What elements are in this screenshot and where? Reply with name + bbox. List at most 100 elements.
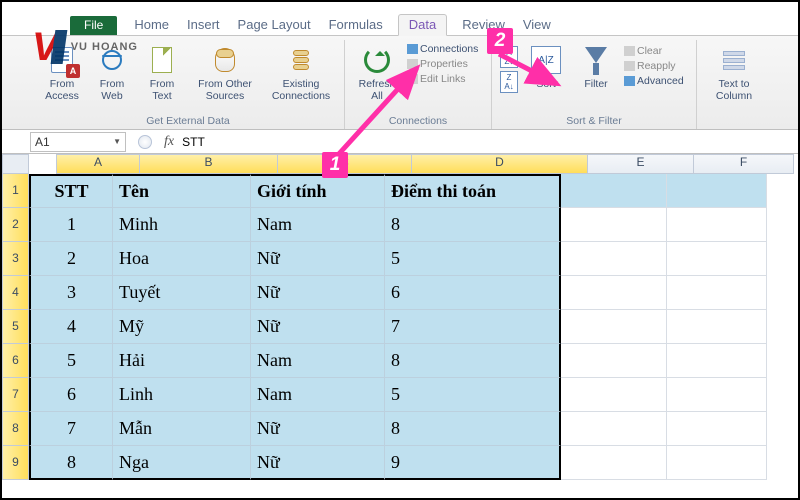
cell[interactable]: 8 — [385, 344, 561, 378]
cell[interactable]: 1 — [29, 208, 113, 242]
col-header-b[interactable]: B — [140, 154, 278, 174]
cell[interactable] — [667, 174, 767, 208]
existing-connections-button[interactable]: Existing Connections — [266, 42, 336, 114]
sort-desc-button[interactable]: ZA↓ — [500, 71, 518, 93]
text-to-columns-button[interactable]: Text to Column — [705, 42, 763, 114]
cell[interactable] — [667, 446, 767, 480]
cell[interactable]: Giới tính — [251, 174, 385, 208]
row-header[interactable]: 4 — [2, 276, 29, 310]
cell[interactable] — [561, 276, 667, 310]
cell[interactable]: Nữ — [251, 412, 385, 446]
cell[interactable]: 6 — [385, 276, 561, 310]
cell[interactable]: 5 — [385, 242, 561, 276]
name-box[interactable]: A1 ▼ — [30, 132, 126, 152]
group-sort-filter: AZ↓ ZA↓ A|Z Sort Filter Clear Reapply Ad… — [492, 40, 697, 129]
row-header[interactable]: 9 — [2, 446, 29, 480]
cell[interactable]: 9 — [385, 446, 561, 480]
sort-button[interactable]: A|Z Sort — [524, 42, 568, 114]
cell[interactable]: Mẫn — [113, 412, 251, 446]
cell[interactable]: Nữ — [251, 242, 385, 276]
from-other-label: From Other Sources — [190, 78, 260, 102]
annotation-step-1: 1 — [322, 152, 348, 178]
col-header-a[interactable]: A — [56, 154, 140, 174]
cell[interactable] — [667, 412, 767, 446]
cell[interactable]: 7 — [29, 412, 113, 446]
group-connections: Refresh All Connections Properties Edit … — [345, 40, 492, 129]
cell[interactable]: 7 — [385, 310, 561, 344]
spreadsheet-grid[interactable]: A B C D E F 1 STT Tên Giới tính Điểm thi… — [2, 154, 798, 480]
row-header[interactable]: 3 — [2, 242, 29, 276]
fx-icon[interactable]: fx — [164, 134, 174, 150]
cell[interactable] — [667, 344, 767, 378]
row-header[interactable]: 5 — [2, 310, 29, 344]
cell[interactable]: 5 — [29, 344, 113, 378]
cell[interactable] — [561, 412, 667, 446]
cell[interactable] — [561, 174, 667, 208]
col-header-d[interactable]: D — [412, 154, 588, 174]
cell[interactable] — [561, 310, 667, 344]
cell[interactable] — [667, 276, 767, 310]
row-header[interactable]: 8 — [2, 412, 29, 446]
refresh-all-button[interactable]: Refresh All — [353, 42, 401, 114]
cell[interactable]: 5 — [385, 378, 561, 412]
cell[interactable]: 6 — [29, 378, 113, 412]
formula-bar: A1 ▼ fx STT — [2, 130, 798, 154]
cell[interactable]: Nam — [251, 344, 385, 378]
row-header[interactable]: 6 — [2, 344, 29, 378]
formula-value[interactable]: STT — [182, 135, 205, 149]
cell[interactable]: Nam — [251, 378, 385, 412]
dropdown-icon[interactable]: ▼ — [113, 137, 121, 146]
cell[interactable] — [561, 208, 667, 242]
row-header[interactable]: 7 — [2, 378, 29, 412]
group-label-tools — [705, 114, 763, 129]
cell[interactable]: Minh — [113, 208, 251, 242]
cell[interactable]: STT — [29, 174, 113, 208]
cell[interactable] — [667, 208, 767, 242]
cell[interactable]: Tên — [113, 174, 251, 208]
cell[interactable]: Nga — [113, 446, 251, 480]
cell[interactable]: Điểm thi toán — [385, 174, 561, 208]
cell[interactable]: 2 — [29, 242, 113, 276]
tab-insert[interactable]: Insert — [184, 17, 223, 35]
col-header-e[interactable]: E — [588, 154, 694, 174]
connections-button[interactable]: Connections — [407, 42, 483, 57]
name-box-value: A1 — [35, 135, 50, 149]
cell[interactable]: Mỹ — [113, 310, 251, 344]
select-all-corner[interactable] — [2, 154, 29, 174]
cell[interactable]: 8 — [385, 412, 561, 446]
cell[interactable] — [667, 242, 767, 276]
cell[interactable]: 8 — [29, 446, 113, 480]
cell[interactable] — [561, 446, 667, 480]
from-text-button[interactable]: From Text — [140, 42, 184, 114]
cell[interactable] — [667, 378, 767, 412]
cell[interactable] — [561, 344, 667, 378]
row-header[interactable]: 1 — [2, 174, 29, 208]
cell[interactable]: Nữ — [251, 276, 385, 310]
tab-view[interactable]: View — [520, 17, 554, 35]
filter-button[interactable]: Filter — [574, 42, 618, 114]
sort-dialog-icon: A|Z — [531, 46, 561, 74]
database-icon — [215, 48, 235, 72]
cell[interactable]: Hoa — [113, 242, 251, 276]
cell[interactable] — [667, 310, 767, 344]
cell[interactable]: Nữ — [251, 310, 385, 344]
cell[interactable] — [561, 242, 667, 276]
advanced-filter-button[interactable]: Advanced — [624, 74, 688, 89]
brand-logo: V VU HOANG — [32, 27, 138, 67]
cell[interactable]: Hải — [113, 344, 251, 378]
tab-formulas[interactable]: Formulas — [326, 17, 386, 35]
group-label-connections: Connections — [353, 114, 483, 129]
cell[interactable]: 3 — [29, 276, 113, 310]
cell[interactable]: Nữ — [251, 446, 385, 480]
cell[interactable]: Tuyết — [113, 276, 251, 310]
cell[interactable]: Linh — [113, 378, 251, 412]
tab-data[interactable]: Data — [398, 14, 447, 36]
row-header[interactable]: 2 — [2, 208, 29, 242]
cell[interactable]: Nam — [251, 208, 385, 242]
cell[interactable] — [561, 378, 667, 412]
cell[interactable]: 4 — [29, 310, 113, 344]
cell[interactable]: 8 — [385, 208, 561, 242]
col-header-f[interactable]: F — [694, 154, 794, 174]
tab-page-layout[interactable]: Page Layout — [235, 17, 314, 35]
from-other-sources-button[interactable]: From Other Sources — [190, 42, 260, 114]
